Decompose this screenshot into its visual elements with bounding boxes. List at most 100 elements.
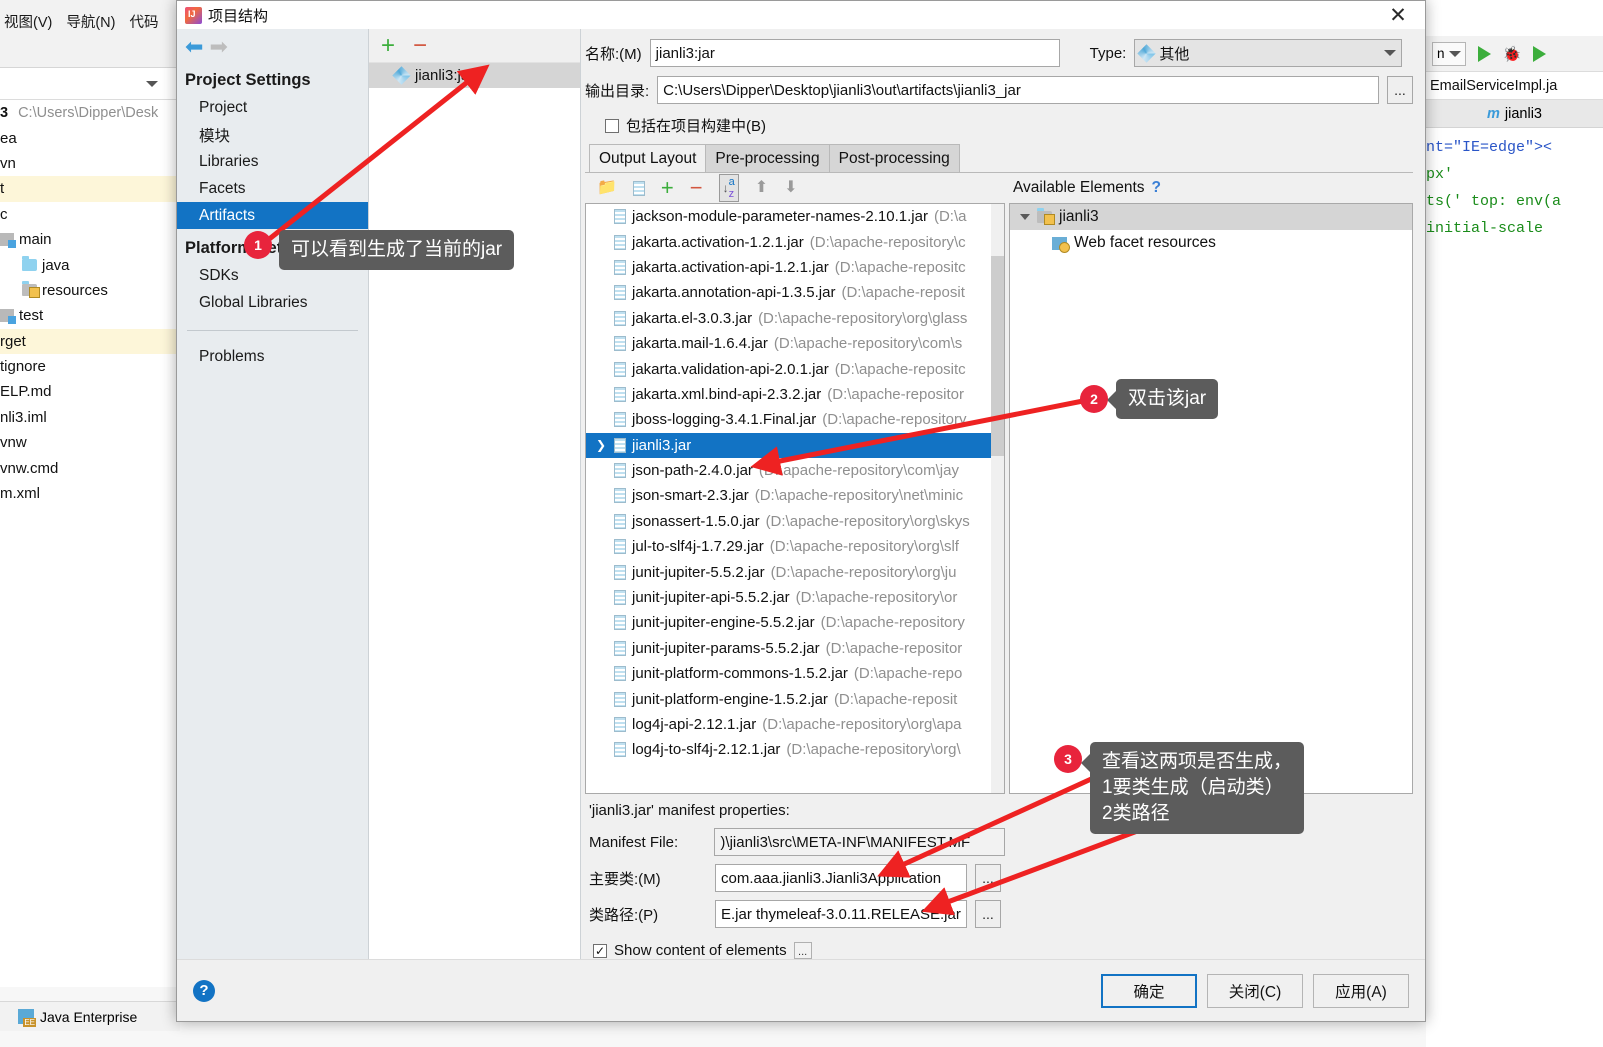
manifest-file-input[interactable]: )\jianli3\src\META-INF\MANIFEST.MF <box>714 828 1005 856</box>
output-layout-row[interactable]: json-smart-2.3.jar(D:\apache-repository\… <box>586 483 1004 508</box>
output-layout-row[interactable]: log4j-api-2.12.1.jar(D:\apache-repositor… <box>586 712 1004 737</box>
output-layout-row[interactable]: jakarta.activation-1.2.1.jar(D:\apache-r… <box>586 229 1004 254</box>
scrollbar-thumb[interactable] <box>991 256 1004 456</box>
forward-icon[interactable]: ➡ <box>209 36 227 58</box>
output-layout-row[interactable]: jul-to-slf4j-1.7.29.jar(D:\apache-reposi… <box>586 534 1004 559</box>
tree-row[interactable]: c <box>0 202 180 227</box>
include-in-build-row[interactable]: 包括在项目构建中(B) <box>605 115 1413 136</box>
show-content-options-button[interactable]: ... <box>794 942 812 959</box>
output-layout-row[interactable]: jackson-module-parameter-names-2.10.1.ja… <box>586 204 1004 229</box>
menu-item-view[interactable]: 视图(V) <box>4 11 52 32</box>
output-directory-input[interactable]: C:\Users\Dipper\Desktop\jianli3\out\arti… <box>657 76 1379 104</box>
artifact-item-jianli3-jar[interactable]: jianli3:jar <box>369 63 580 88</box>
output-layout-row[interactable]: jakarta.validation-api-2.0.1.jar(D:\apac… <box>586 356 1004 381</box>
sidebar-item-project[interactable]: Project <box>177 94 368 121</box>
show-content-checkbox[interactable]: ✓ <box>593 944 607 958</box>
back-icon[interactable]: ⬅ <box>185 36 203 58</box>
output-layout-row[interactable]: junit-platform-engine-1.5.2.jar(D:\apach… <box>586 686 1004 711</box>
tree-row[interactable]: main <box>0 227 180 252</box>
layout-tabs[interactable]: Output Layout Pre-processing Post-proces… <box>589 144 1413 172</box>
help-icon[interactable]: ? <box>1152 179 1161 197</box>
move-up-icon[interactable]: ⬆ <box>755 180 768 196</box>
tree-row[interactable]: java <box>0 252 180 277</box>
include-in-build-checkbox[interactable] <box>605 119 619 133</box>
output-layout-row[interactable]: jsonassert-1.5.0.jar(D:\apache-repositor… <box>586 509 1004 534</box>
remove-icon[interactable]: − <box>690 177 703 199</box>
available-item-web-facet[interactable]: Web facet resources <box>1010 230 1412 256</box>
ide-run-toolbar[interactable]: n 🐞 <box>1426 36 1603 72</box>
main-class-browse-button[interactable]: ... <box>975 864 1001 892</box>
project-panel-header[interactable] <box>0 68 180 100</box>
output-layout-row[interactable]: junit-jupiter-5.5.2.jar(D:\apache-reposi… <box>586 559 1004 584</box>
output-layout-row[interactable]: jakarta.el-3.0.3.jar(D:\apache-repositor… <box>586 306 1004 331</box>
output-layout-row[interactable]: ❯jianli3.jar <box>586 433 1004 458</box>
output-layout-list[interactable]: jackson-module-parameter-names-2.10.1.ja… <box>585 203 1005 794</box>
tree-row-project-root[interactable]: 3 C:\Users\Dipper\Desk <box>0 100 180 125</box>
output-list-scrollbar[interactable] <box>991 204 1004 793</box>
ok-button[interactable]: 确定 <box>1101 974 1197 1008</box>
tab-post-processing[interactable]: Post-processing <box>829 144 960 172</box>
tree-row[interactable]: vnw.cmd <box>0 455 180 480</box>
tree-row[interactable]: ELP.md <box>0 379 180 404</box>
output-layout-row[interactable]: junit-jupiter-engine-5.5.2.jar(D:\apache… <box>586 610 1004 635</box>
move-down-icon[interactable]: ⬇ <box>784 180 797 196</box>
artifact-name-input[interactable]: jianli3:jar <box>650 39 1060 67</box>
project-tree[interactable]: 3 C:\Users\Dipper\Desk eavntcmainjavares… <box>0 100 180 987</box>
output-layout-row[interactable]: junit-jupiter-api-5.5.2.jar(D:\apache-re… <box>586 585 1004 610</box>
sidebar-item-facets[interactable]: Facets <box>177 175 368 202</box>
output-layout-row[interactable]: json-path-2.4.0.jar(D:\apache-repository… <box>586 458 1004 483</box>
tree-row[interactable]: resources <box>0 278 180 303</box>
chevron-down-icon[interactable] <box>146 81 158 87</box>
run-configuration-selector[interactable]: n <box>1432 42 1466 66</box>
close-icon[interactable]: ✕ <box>1371 1 1425 29</box>
classpath-input[interactable]: E.jar thymeleaf-3.0.11.RELEASE.jar <box>715 900 967 928</box>
sort-az-icon[interactable]: ↓az <box>719 174 739 202</box>
run-icon[interactable] <box>1478 46 1491 62</box>
tree-row[interactable]: t <box>0 176 180 201</box>
apply-button[interactable]: 应用(A) <box>1313 974 1409 1008</box>
output-layout-row[interactable]: jakarta.xml.bind-api-2.3.2.jar(D:\apache… <box>586 382 1004 407</box>
available-item-jianli3[interactable]: jianli3 <box>1010 204 1412 230</box>
output-layout-row[interactable]: junit-platform-commons-1.5.2.jar(D:\apac… <box>586 661 1004 686</box>
tree-row[interactable]: vn <box>0 151 180 176</box>
tree-row[interactable]: ea <box>0 125 180 150</box>
tab-output-layout[interactable]: Output Layout <box>589 144 706 172</box>
close-button[interactable]: 关闭(C) <box>1207 974 1303 1008</box>
tree-row[interactable]: m.xml <box>0 481 180 506</box>
tab-pre-processing[interactable]: Pre-processing <box>705 144 829 172</box>
debug-icon[interactable]: 🐞 <box>1503 45 1522 63</box>
output-layout-row[interactable]: junit-jupiter-params-5.5.2.jar(D:\apache… <box>586 636 1004 661</box>
output-layout-row[interactable]: log4j-to-slf4j-2.12.1.jar(D:\apache-repo… <box>586 737 1004 762</box>
help-icon[interactable]: ? <box>193 980 215 1002</box>
run-coverage-icon[interactable] <box>1533 46 1546 62</box>
ide-menu-bar[interactable]: 视图(V) 导航(N) 代码 <box>0 8 180 34</box>
tree-row[interactable]: rget <box>0 329 180 354</box>
main-class-input[interactable]: com.aaa.jianli3.Jianli3Application <box>715 864 967 892</box>
create-directory-icon[interactable]: 📁 <box>597 180 617 196</box>
chevron-down-icon[interactable] <box>1020 214 1030 220</box>
sidebar-item--[interactable]: 模块 <box>177 121 368 148</box>
extracted-directory-icon[interactable] <box>633 181 645 196</box>
sidebar-item-problems[interactable]: Problems <box>177 343 368 370</box>
available-elements-list[interactable]: jianli3 Web facet resources <box>1009 203 1413 794</box>
output-layout-row[interactable]: jakarta.annotation-api-1.3.5.jar(D:\apac… <box>586 280 1004 305</box>
editor-tab[interactable]: EmailServiceImpl.ja <box>1426 72 1603 100</box>
classpath-browse-button[interactable]: ... <box>975 900 1001 928</box>
output-layout-row[interactable]: jboss-logging-3.4.1.Final.jar(D:\apache-… <box>586 407 1004 432</box>
remove-artifact-icon[interactable]: − <box>413 34 427 58</box>
menu-item-code[interactable]: 代码 <box>129 11 158 32</box>
menu-item-navigate[interactable]: 导航(N) <box>66 11 115 32</box>
output-layout-row[interactable]: jakarta.activation-api-1.2.1.jar(D:\apac… <box>586 255 1004 280</box>
sidebar-item-libraries[interactable]: Libraries <box>177 148 368 175</box>
artifact-type-select[interactable]: 其他 <box>1134 39 1402 67</box>
tree-row[interactable]: vnw <box>0 430 180 455</box>
tree-row[interactable]: tignore <box>0 354 180 379</box>
output-directory-browse-button[interactable]: ... <box>1387 76 1413 104</box>
tree-row[interactable]: nli3.iml <box>0 405 180 430</box>
output-layout-row[interactable]: jakarta.mail-1.6.4.jar(D:\apache-reposit… <box>586 331 1004 356</box>
show-content-row[interactable]: ✓ Show content of elements ... <box>585 936 1413 959</box>
add-artifact-icon[interactable]: + <box>381 34 395 58</box>
chevron-right-icon[interactable]: ❯ <box>596 438 606 452</box>
tree-row[interactable]: test <box>0 303 180 328</box>
sidebar-item-artifacts[interactable]: Artifacts <box>177 202 368 229</box>
